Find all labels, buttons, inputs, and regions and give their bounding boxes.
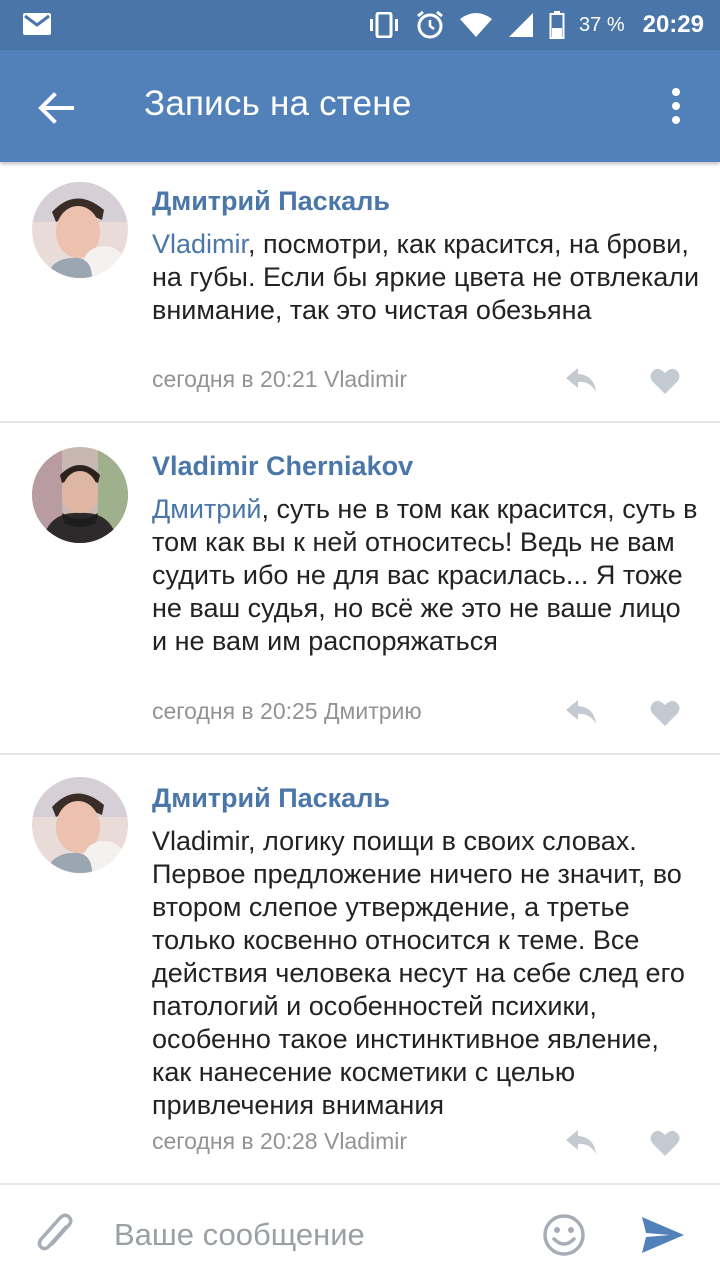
- vibrate-icon: [370, 12, 399, 38]
- smiley-icon[interactable]: [542, 1213, 586, 1257]
- comment-meta[interactable]: сегодня в 20:25 Дмитрию: [152, 698, 422, 725]
- comment-item: Дмитрий Паскаль Vladimir, посмотри, как …: [0, 162, 720, 422]
- comment-mention[interactable]: Vladimir: [152, 229, 248, 259]
- avatar[interactable]: [32, 777, 128, 873]
- reply-icon[interactable]: [564, 1128, 598, 1156]
- paperclip-icon[interactable]: [36, 1213, 76, 1257]
- comment-author[interactable]: Vladimir Cherniakov: [152, 451, 413, 482]
- avatar[interactable]: [32, 447, 128, 543]
- comment-text: Vladimir, логику поищи в своих словах. П…: [152, 825, 702, 1122]
- back-arrow-icon[interactable]: [36, 88, 76, 128]
- heart-icon[interactable]: [650, 1129, 680, 1157]
- message-input-bar: [0, 1183, 720, 1280]
- battery-icon: [549, 11, 565, 39]
- comment-text: Дмитрий, суть не в том как красится, сут…: [152, 493, 702, 658]
- signal-icon: [509, 13, 534, 37]
- message-input[interactable]: [114, 1207, 514, 1263]
- clock: 20:29: [642, 11, 704, 38]
- comment-text: Vladimir, посмотри, как красится, на бро…: [152, 228, 702, 327]
- comment-author[interactable]: Дмитрий Паскаль: [152, 783, 390, 814]
- comment-meta[interactable]: сегодня в 20:28 Vladimir: [152, 1128, 407, 1155]
- comment-author[interactable]: Дмитрий Паскаль: [152, 186, 390, 217]
- app-bar: Запись на стене: [0, 50, 720, 162]
- status-bar: 37 % 20:29: [0, 0, 720, 50]
- reply-icon[interactable]: [564, 366, 598, 394]
- comment-mention[interactable]: Дмитрий: [152, 494, 261, 524]
- mail-notification-icon: [23, 13, 51, 35]
- alarm-icon: [417, 10, 443, 39]
- send-icon[interactable]: [640, 1215, 686, 1255]
- comment-meta[interactable]: сегодня в 20:21 Vladimir: [152, 366, 407, 393]
- wifi-icon: [460, 13, 493, 37]
- battery-percent: 37 %: [579, 13, 625, 36]
- reply-icon[interactable]: [564, 698, 598, 726]
- comment-item: Vladimir Cherniakov Дмитрий, суть не в т…: [0, 423, 720, 753]
- heart-icon[interactable]: [650, 699, 680, 727]
- comment-body: Vladimir, логику поищи в своих словах. П…: [152, 826, 685, 1120]
- avatar[interactable]: [32, 182, 128, 278]
- page-title: Запись на стене: [144, 84, 412, 123]
- comment-item: Дмитрий Паскаль Vladimir, логику поищи в…: [0, 755, 720, 1183]
- more-options-icon[interactable]: [660, 86, 692, 126]
- heart-icon[interactable]: [650, 367, 680, 395]
